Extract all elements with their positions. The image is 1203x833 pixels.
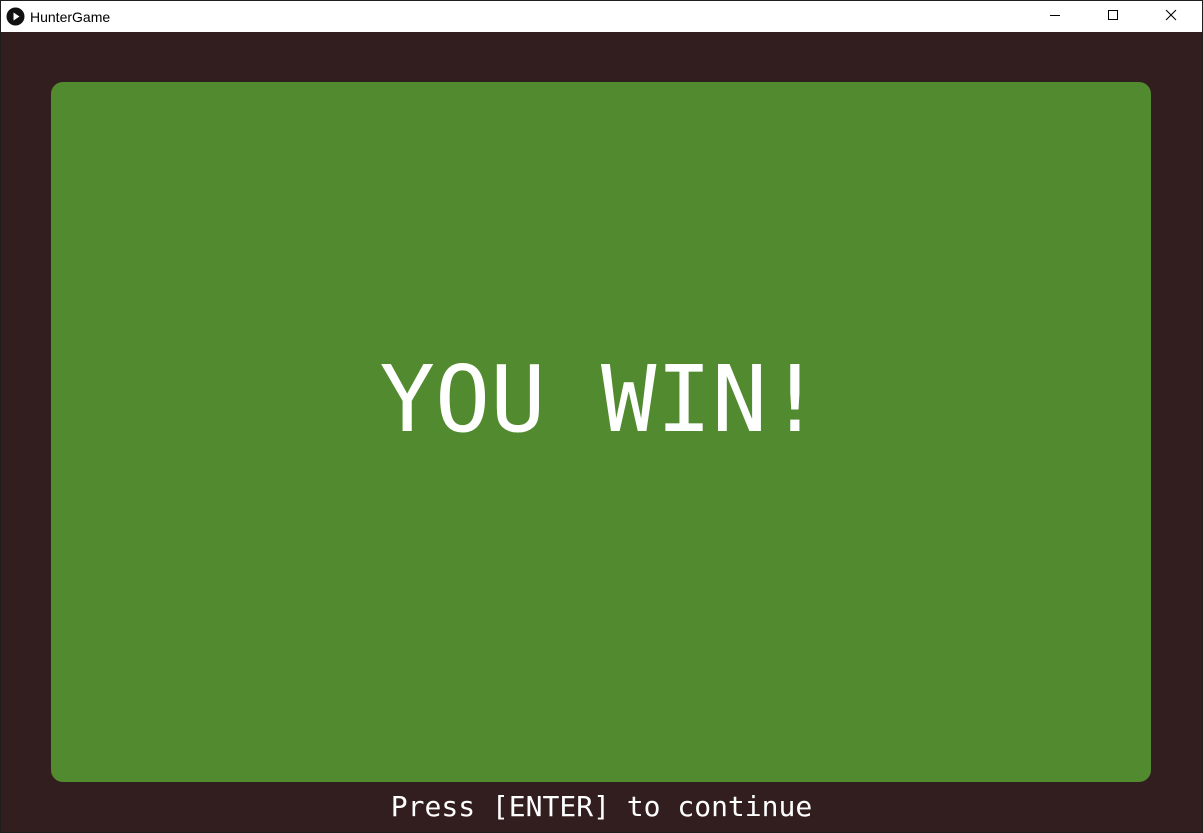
maximize-icon xyxy=(1107,8,1119,26)
minimize-button[interactable] xyxy=(1026,1,1084,32)
close-icon xyxy=(1165,8,1177,26)
app-window: HunterGame YOU WIN! Press [ENTER] to con… xyxy=(0,0,1203,833)
close-button[interactable] xyxy=(1142,1,1200,32)
title-bar[interactable]: HunterGame xyxy=(1,1,1202,32)
result-panel: YOU WIN! xyxy=(51,82,1151,782)
play-circle-icon xyxy=(6,7,25,26)
window-title: HunterGame xyxy=(30,9,111,25)
game-canvas[interactable]: YOU WIN! Press [ENTER] to continue xyxy=(1,32,1202,832)
minimize-icon xyxy=(1049,8,1061,26)
continue-prompt: Press [ENTER] to continue xyxy=(390,790,813,823)
maximize-button[interactable] xyxy=(1084,1,1142,32)
win-headline: YOU WIN! xyxy=(379,346,823,453)
